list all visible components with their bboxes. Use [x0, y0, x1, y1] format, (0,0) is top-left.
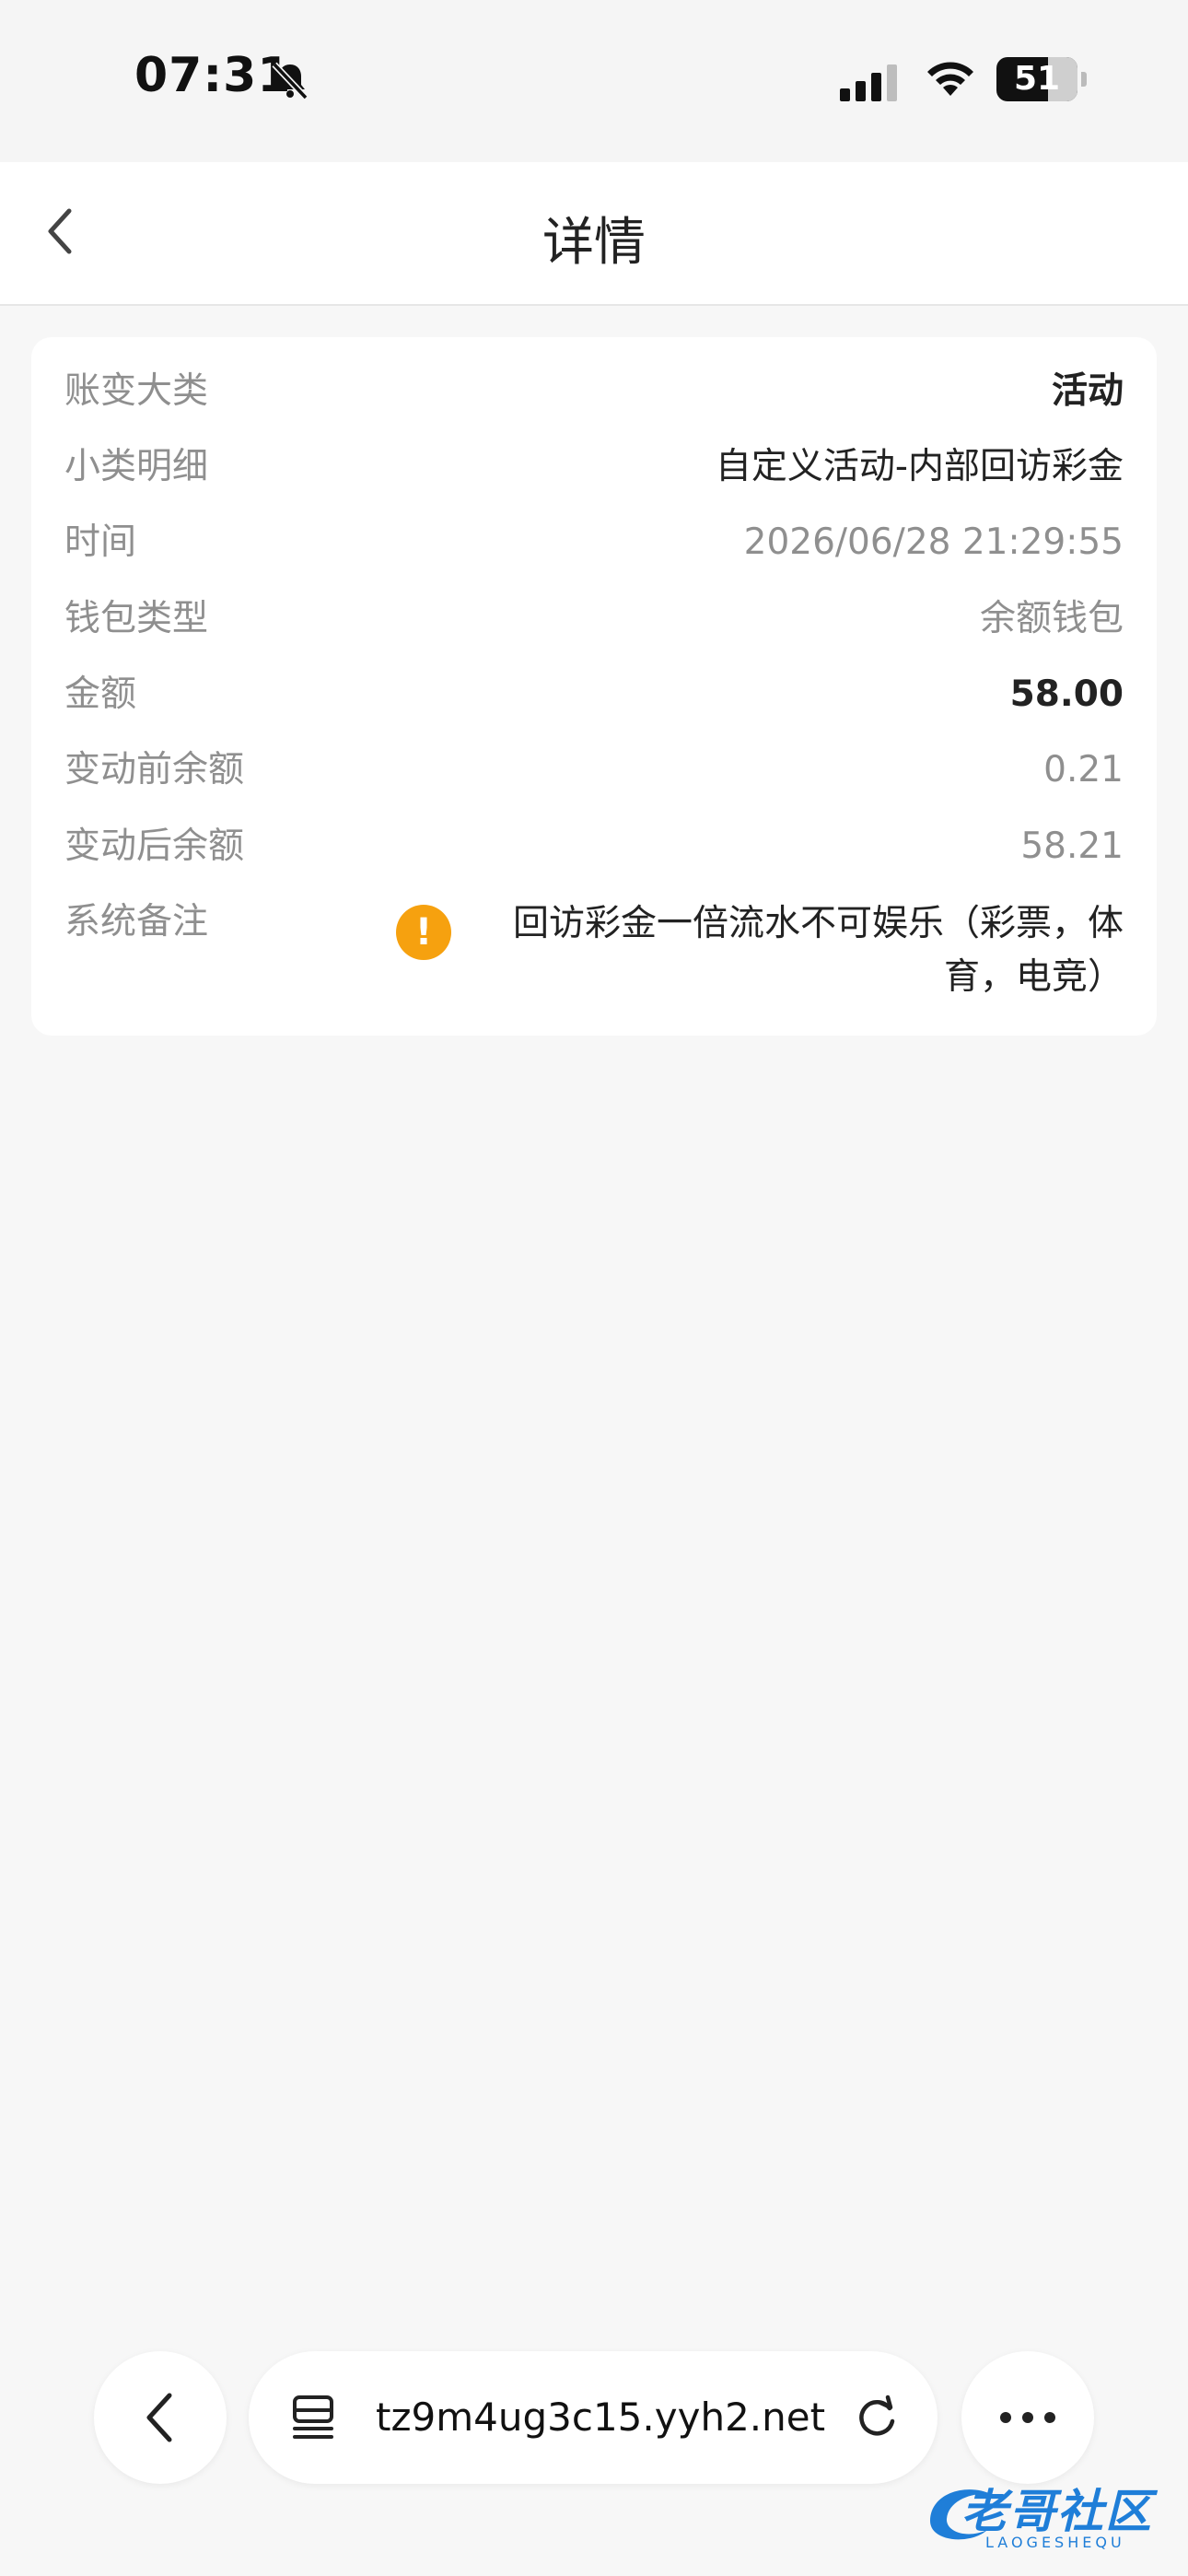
- watermark-logo: 老哥社区 LAOGESHEQU: [921, 2469, 1179, 2561]
- detail-label: 变动后余额: [64, 825, 245, 867]
- battery-level: 51: [1013, 60, 1061, 98]
- more-options-button[interactable]: [961, 2351, 1094, 2484]
- page-title: 详情: [542, 213, 646, 273]
- detail-value: 58.21: [1020, 825, 1124, 867]
- detail-value: 活动: [1051, 370, 1124, 412]
- warning-icon: !: [396, 905, 451, 960]
- detail-row-remark: 系统备注 ! 回访彩金一倍流水不可娱乐（彩票，体育，电竞）: [64, 884, 1124, 1013]
- detail-label: 金额: [64, 673, 137, 715]
- wifi-icon: [923, 55, 978, 105]
- status-time: 07:31: [134, 48, 292, 103]
- detail-row-balance-before: 变动前余额 0.21: [64, 732, 1124, 808]
- bell-muted-icon: [269, 59, 311, 105]
- battery-cap: [1081, 72, 1087, 87]
- detail-label: 变动前余额: [64, 749, 245, 790]
- detail-row-balance-after: 变动后余额 58.21: [64, 809, 1124, 884]
- browser-back-button[interactable]: [94, 2351, 227, 2484]
- url-text[interactable]: tz9m4ug3c15.yyh2.net: [376, 2351, 825, 2484]
- chevron-left-icon: [146, 2393, 172, 2442]
- status-bar: 07:31 51: [0, 0, 1188, 162]
- detail-label: 小类明细: [64, 446, 209, 487]
- detail-value: 自定义活动-内部回访彩金: [715, 446, 1124, 487]
- detail-value: 0.21: [1043, 749, 1124, 790]
- more-dots-icon: [1000, 2412, 1055, 2423]
- nav-bar: 详情: [0, 162, 1188, 306]
- detail-value: 余额钱包: [979, 598, 1124, 639]
- detail-value: 2026/06/28 21:29:55: [743, 521, 1124, 563]
- remark-text: 回访彩金一倍流水不可娱乐（彩票，体育，电竞）: [512, 903, 1124, 998]
- detail-label: 账变大类: [64, 370, 209, 412]
- detail-card: 账变大类 活动 小类明细 自定义活动-内部回访彩金 时间 2026/06/28 …: [31, 337, 1157, 1036]
- detail-label: 钱包类型: [64, 598, 209, 639]
- detail-row-category: 账变大类 活动: [64, 354, 1124, 429]
- reload-icon[interactable]: [853, 2394, 901, 2445]
- detail-row-time: 时间 2026/06/28 21:29:55: [64, 505, 1124, 580]
- detail-row-subcategory: 小类明细 自定义活动-内部回访彩金: [64, 429, 1124, 505]
- address-bar[interactable]: tz9m4ug3c15.yyh2.net: [249, 2351, 938, 2484]
- watermark-subtext: LAOGESHEQU: [985, 2534, 1125, 2551]
- detail-value: 58.00: [1009, 673, 1124, 715]
- detail-label: 系统备注: [64, 901, 209, 943]
- detail-label: 时间: [64, 521, 137, 563]
- detail-row-wallet-type: 钱包类型 余额钱包: [64, 581, 1124, 657]
- tabs-list-icon[interactable]: [289, 2394, 337, 2445]
- watermark-text: 老哥社区: [961, 2485, 1153, 2538]
- cellular-signal-icon: [840, 64, 904, 105]
- battery-icon: 51: [996, 57, 1077, 101]
- detail-row-amount: 金额 58.00: [64, 657, 1124, 732]
